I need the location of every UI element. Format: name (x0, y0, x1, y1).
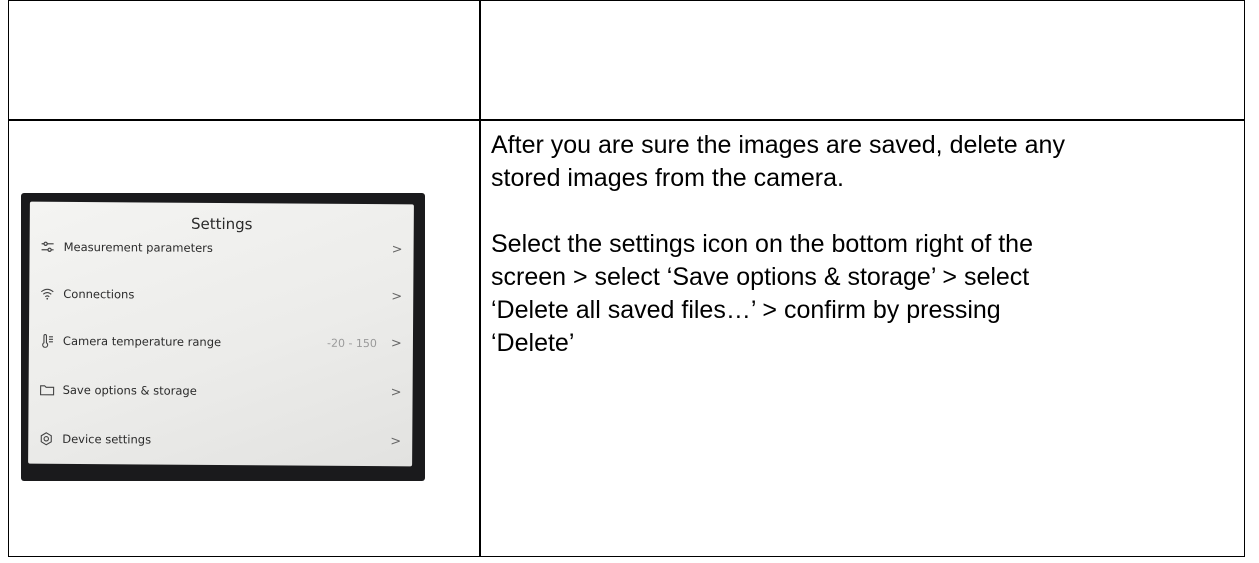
empty-cell-top-right (481, 1, 1244, 119)
instruction-paragraph-2: Select the settings icon on the bottom r… (491, 230, 1033, 357)
chevron-right-icon: > (390, 384, 402, 400)
camera-screen-photo: Settings Measurement parameters > Connec… (21, 193, 425, 481)
chevron-right-icon: > (390, 433, 402, 449)
settings-item-label: Measurement parameters (63, 239, 213, 255)
camera-settings-screen: Settings Measurement parameters > Connec… (28, 201, 414, 467)
settings-item-connections[interactable]: Connections > (39, 283, 403, 308)
settings-item-save-options-storage[interactable]: Save options & storage > (39, 379, 402, 404)
chevron-right-icon: > (390, 335, 402, 351)
settings-item-device-settings[interactable]: Device settings > (38, 428, 402, 453)
instruction-paragraph-1: After you are sure the images are saved,… (491, 131, 1065, 192)
chevron-right-icon: > (391, 241, 403, 257)
wifi-icon (39, 286, 55, 302)
chevron-right-icon: > (391, 288, 403, 304)
settings-item-measurement-parameters[interactable]: Measurement parameters > (40, 236, 403, 261)
screen-title: Settings (190, 214, 253, 234)
settings-item-label: Connections (63, 286, 135, 302)
settings-item-value: -20 - 150 (326, 336, 377, 350)
settings-item-label: Camera temperature range (62, 333, 222, 350)
settings-item-camera-temperature-range[interactable]: Camera temperature range -20 - 150 > (39, 330, 402, 355)
gear-icon (38, 431, 54, 447)
instruction-cell: After you are sure the images are saved,… (491, 129, 1236, 549)
settings-item-label: Device settings (62, 431, 152, 447)
settings-item-label: Save options & storage (62, 382, 197, 398)
sliders-icon (40, 239, 56, 255)
folder-icon (39, 382, 55, 398)
document-table: After you are sure the images are saved,… (8, 0, 1245, 557)
thermometer-icon (39, 333, 55, 349)
empty-cell-top-left (9, 1, 479, 119)
